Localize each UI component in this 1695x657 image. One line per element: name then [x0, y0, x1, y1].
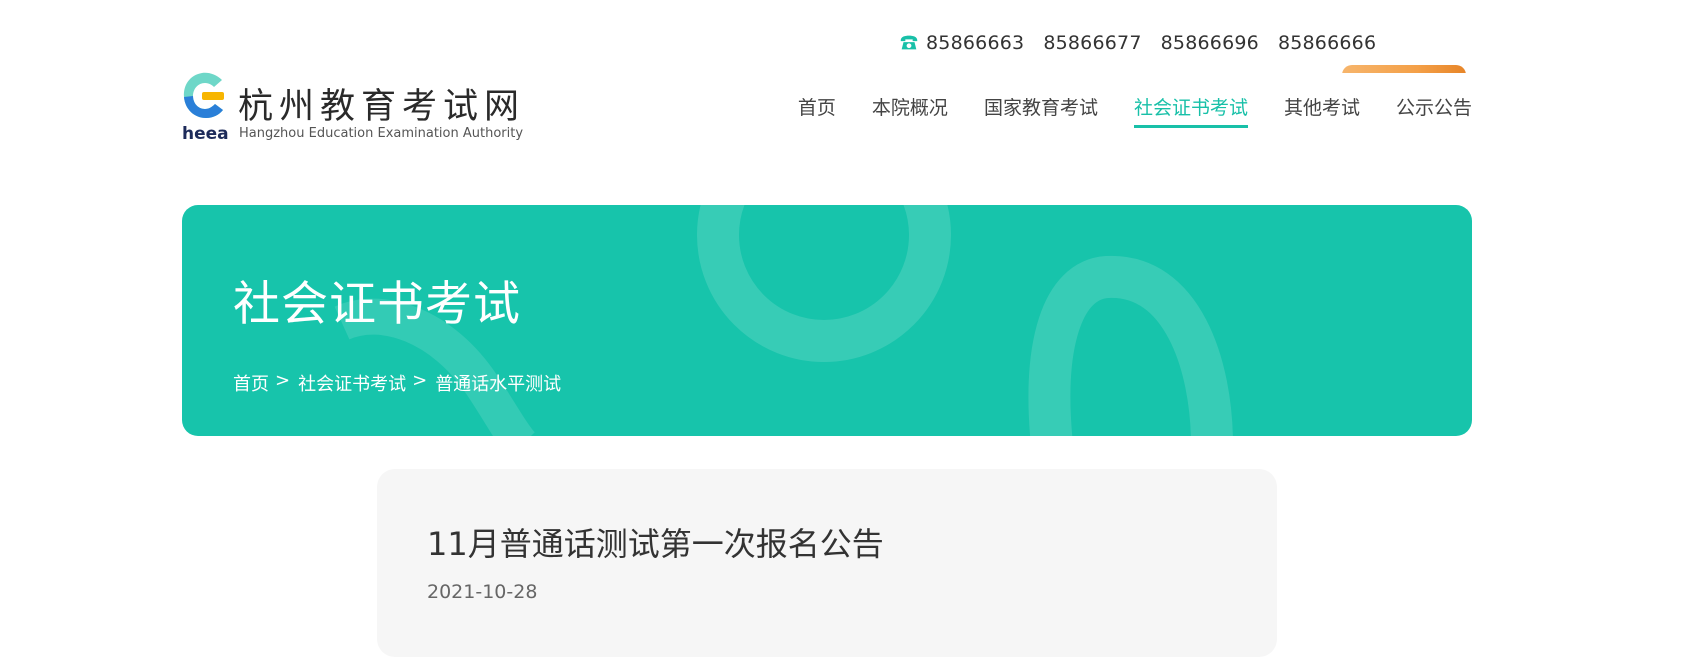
breadcrumb-mandarin-test[interactable]: 普通话水平测试 [435, 370, 561, 396]
phone-number: 85866663 [926, 32, 1025, 54]
breadcrumb-separator: > [412, 370, 428, 391]
phone-icon [900, 35, 918, 50]
hotline-bar: 85866663 85866677 85866696 85866666 [898, 28, 1395, 58]
breadcrumb-separator: > [275, 370, 291, 391]
orange-tab-decoration [1342, 65, 1466, 75]
main-nav: 首页 本院概况 国家教育考试 社会证书考试 其他考试 公示公告 [762, 93, 1472, 128]
nav-item-announcements[interactable]: 公示公告 [1396, 93, 1472, 128]
nav-item-home[interactable]: 首页 [798, 93, 836, 128]
breadcrumb-social-certificate-exams[interactable]: 社会证书考试 [298, 370, 406, 396]
section-banner: 社会证书考试 首页 > 社会证书考试 > 普通话水平测试 [182, 205, 1472, 436]
page-title: 社会证书考试 [233, 277, 521, 332]
phone-number: 85866677 [1043, 32, 1142, 54]
logo-e-icon [183, 72, 224, 118]
logo-chinese-name: 杭州教育考试网 [238, 87, 526, 127]
logo-english-name: Hangzhou Education Examination Authority [239, 126, 524, 141]
article-title: 11月普通话测试第一次报名公告 [427, 525, 884, 563]
nav-item-about[interactable]: 本院概况 [872, 93, 948, 128]
breadcrumb-home[interactable]: 首页 [233, 370, 269, 396]
logo-heea-text: heea [182, 124, 229, 144]
phone-number: 85866696 [1160, 32, 1259, 54]
nav-item-social-certificate-exams[interactable]: 社会证书考试 [1133, 93, 1248, 128]
phone-number: 85866666 [1277, 32, 1377, 54]
article-date: 2021-10-28 [427, 581, 538, 603]
breadcrumb: 首页 > 社会证书考试 > 普通话水平测试 [233, 370, 561, 396]
site-logo[interactable]: heea 杭州教育考试网 Hangzhou Education Examinat… [182, 72, 526, 144]
nav-item-national-exams[interactable]: 国家教育考试 [984, 93, 1098, 128]
article-header-card: 11月普通话测试第一次报名公告 2021-10-28 [377, 469, 1277, 657]
nav-item-other-exams[interactable]: 其他考试 [1284, 93, 1360, 128]
